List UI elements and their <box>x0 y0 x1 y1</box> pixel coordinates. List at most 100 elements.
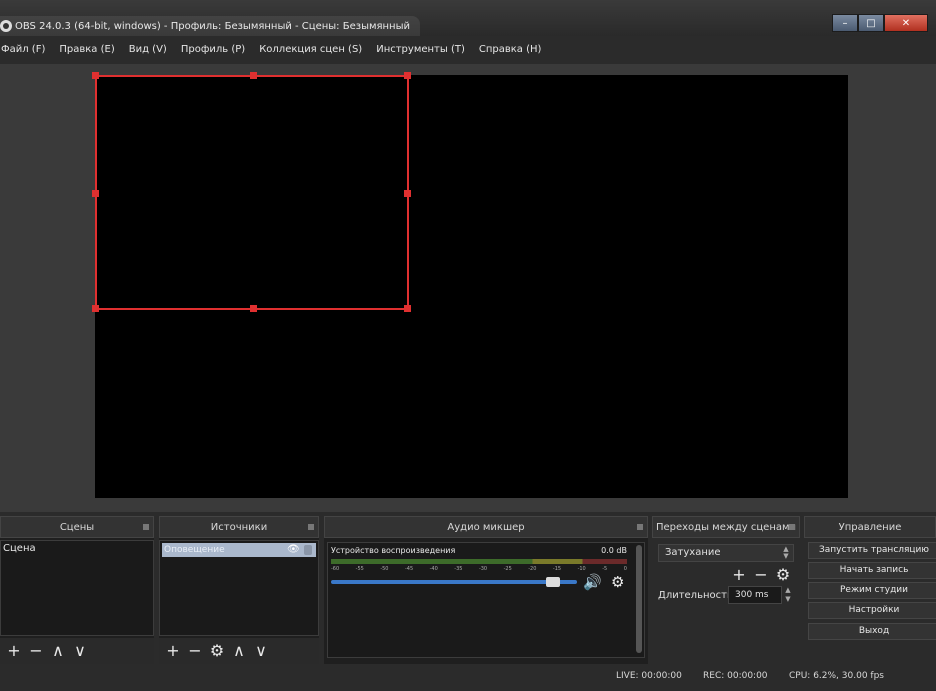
sources-list[interactable]: Оповещение 👁 <box>159 540 319 636</box>
meter-tick-label: -30 <box>478 566 488 572</box>
exit-button[interactable]: Выход <box>808 623 936 640</box>
transition-selected: Затухание <box>665 547 721 558</box>
meter-tick-label: -15 <box>552 566 562 572</box>
meter-tick-label: -45 <box>404 566 414 572</box>
window-controls: – □ ✕ <box>832 14 928 32</box>
volume-meter <box>331 559 627 564</box>
sources-title: Источники <box>210 521 268 533</box>
audio-level-db: 0.0 dB <box>601 546 627 555</box>
resize-handle-l[interactable] <box>92 190 99 197</box>
menu-tools[interactable]: Инструменты (T) <box>375 44 472 55</box>
source-properties-gear-icon[interactable]: ⚙ <box>206 640 228 662</box>
rec-timer: REC: 00:00:00 <box>703 671 768 681</box>
mixer-body: Устройство воспроизведения 0.0 dB -60 -55… <box>327 542 645 658</box>
menu-file[interactable]: Файл (F) <box>0 44 52 55</box>
resize-handle-br[interactable] <box>404 305 411 312</box>
dock-float-icon[interactable] <box>308 524 314 530</box>
docks: Сцены Сцена + − ∧ ∨ Источники Оповещение… <box>0 516 936 664</box>
transitions-title: Переходы между сценами <box>655 521 797 533</box>
scene-item[interactable]: Сцена <box>1 541 153 557</box>
controls-dock: Управление Запустить трансляцию Начать з… <box>804 516 936 664</box>
menu-bar: Файл (F) Правка (E) Вид (V) Профиль (P) … <box>0 38 936 60</box>
audio-mixer-title: Аудио микшер <box>447 521 525 533</box>
transition-gear-icon[interactable]: ⚙ <box>772 564 794 586</box>
lock-icon[interactable] <box>304 545 312 555</box>
cpu-fps: CPU: 6.2%, 30.00 fps <box>789 671 884 681</box>
mixer-scrollbar[interactable] <box>636 545 642 653</box>
scenes-toolbar: + − ∧ ∨ <box>0 638 154 664</box>
audio-device-name: Устройство воспроизведения <box>331 546 456 555</box>
dock-float-icon[interactable] <box>143 524 149 530</box>
meter-tick-label: -25 <box>503 566 512 572</box>
meter-tick-label: -40 <box>429 566 438 572</box>
transitions-header: Переходы между сценами <box>652 516 800 538</box>
start-recording-button[interactable]: Начать запись <box>808 562 936 579</box>
duration-label: Длительность <box>658 590 733 601</box>
resize-handle-b[interactable] <box>250 305 257 312</box>
add-source-button[interactable]: + <box>162 640 184 662</box>
duration-spinner[interactable]: ▲ ▼ <box>782 586 794 604</box>
scene-down-button[interactable]: ∨ <box>69 640 91 662</box>
minimize-button[interactable]: – <box>832 14 858 32</box>
preview-area <box>0 64 936 512</box>
dock-float-icon[interactable] <box>637 524 643 530</box>
maximize-button[interactable]: □ <box>858 14 884 32</box>
transition-toolbar: + − ⚙ <box>728 564 794 586</box>
studio-mode-button[interactable]: Режим студии <box>808 582 936 599</box>
add-transition-button[interactable]: + <box>728 564 750 586</box>
sources-toolbar: + − ⚙ ∧ ∨ <box>159 638 319 664</box>
close-button[interactable]: ✕ <box>884 14 928 32</box>
dock-float-icon[interactable] <box>789 524 795 530</box>
menu-scene-collection[interactable]: Коллекция сцен (S) <box>258 44 369 55</box>
speaker-icon[interactable]: 🔊 <box>583 573 602 591</box>
volume-fader-knob[interactable] <box>546 577 560 587</box>
window-title-area: OBS 24.0.3 (64-bit, windows) - Профиль: … <box>0 16 420 36</box>
remove-scene-button[interactable]: − <box>25 640 47 662</box>
menu-view[interactable]: Вид (V) <box>128 44 174 55</box>
live-timer: LIVE: 00:00:00 <box>616 671 682 681</box>
mixer-gear-icon[interactable]: ⚙ <box>611 573 624 591</box>
audio-mixer-header: Аудио микшер <box>324 516 648 538</box>
select-arrows-icon: ▲ ▼ <box>783 545 789 560</box>
transition-select[interactable]: Затухание ▲ ▼ <box>658 544 794 562</box>
sources-dock: Источники Оповещение 👁 + − ⚙ ∧ ∨ <box>159 516 319 664</box>
resize-handle-bl[interactable] <box>92 305 99 312</box>
menu-profile[interactable]: Профиль (P) <box>180 44 252 55</box>
resize-handle-r[interactable] <box>404 190 411 197</box>
window-title: OBS 24.0.3 (64-bit, windows) - Профиль: … <box>15 20 410 32</box>
source-item[interactable]: Оповещение 👁 <box>162 543 316 557</box>
resize-handle-tl[interactable] <box>92 72 99 79</box>
preview-canvas[interactable] <box>92 72 848 498</box>
source-item-label: Оповещение <box>164 545 225 555</box>
scene-up-button[interactable]: ∧ <box>47 640 69 662</box>
resize-handle-t[interactable] <box>250 72 257 79</box>
scenes-dock: Сцены Сцена + − ∧ ∨ <box>0 516 154 664</box>
visibility-eye-icon[interactable]: 👁 <box>287 544 300 555</box>
meter-tick-label: -50 <box>380 566 389 572</box>
obs-logo-icon <box>0 20 12 32</box>
scenes-title: Сцены <box>59 521 95 533</box>
meter-tick-label: -35 <box>454 566 463 572</box>
menu-edit[interactable]: Правка (E) <box>58 44 121 55</box>
status-bar: LIVE: 00:00:00 REC: 00:00:00 CPU: 6.2%, … <box>0 666 936 691</box>
settings-button[interactable]: Настройки <box>808 602 936 619</box>
resize-handle-tr[interactable] <box>404 72 411 79</box>
remove-transition-button[interactable]: − <box>750 564 772 586</box>
scenes-list[interactable]: Сцена <box>0 540 154 636</box>
title-bar: OBS 24.0.3 (64-bit, windows) - Профиль: … <box>0 0 936 36</box>
menu-help[interactable]: Справка (H) <box>478 44 549 55</box>
start-streaming-button[interactable]: Запустить трансляцию <box>808 542 936 559</box>
meter-tick-label: -60 <box>331 566 340 572</box>
scenes-header: Сцены <box>0 516 154 538</box>
meter-tick-label: -20 <box>528 566 537 572</box>
transitions-dock: Переходы между сценами Затухание ▲ ▼ + − … <box>652 516 800 664</box>
source-selection-box[interactable] <box>92 72 411 312</box>
volume-fader-track[interactable] <box>331 580 577 584</box>
sources-header: Источники <box>159 516 319 538</box>
source-up-button[interactable]: ∧ <box>228 640 250 662</box>
add-scene-button[interactable]: + <box>3 640 25 662</box>
source-down-button[interactable]: ∨ <box>250 640 272 662</box>
controls-title: Управление <box>838 521 902 533</box>
remove-source-button[interactable]: − <box>184 640 206 662</box>
duration-input[interactable]: 300 ms <box>728 586 782 604</box>
